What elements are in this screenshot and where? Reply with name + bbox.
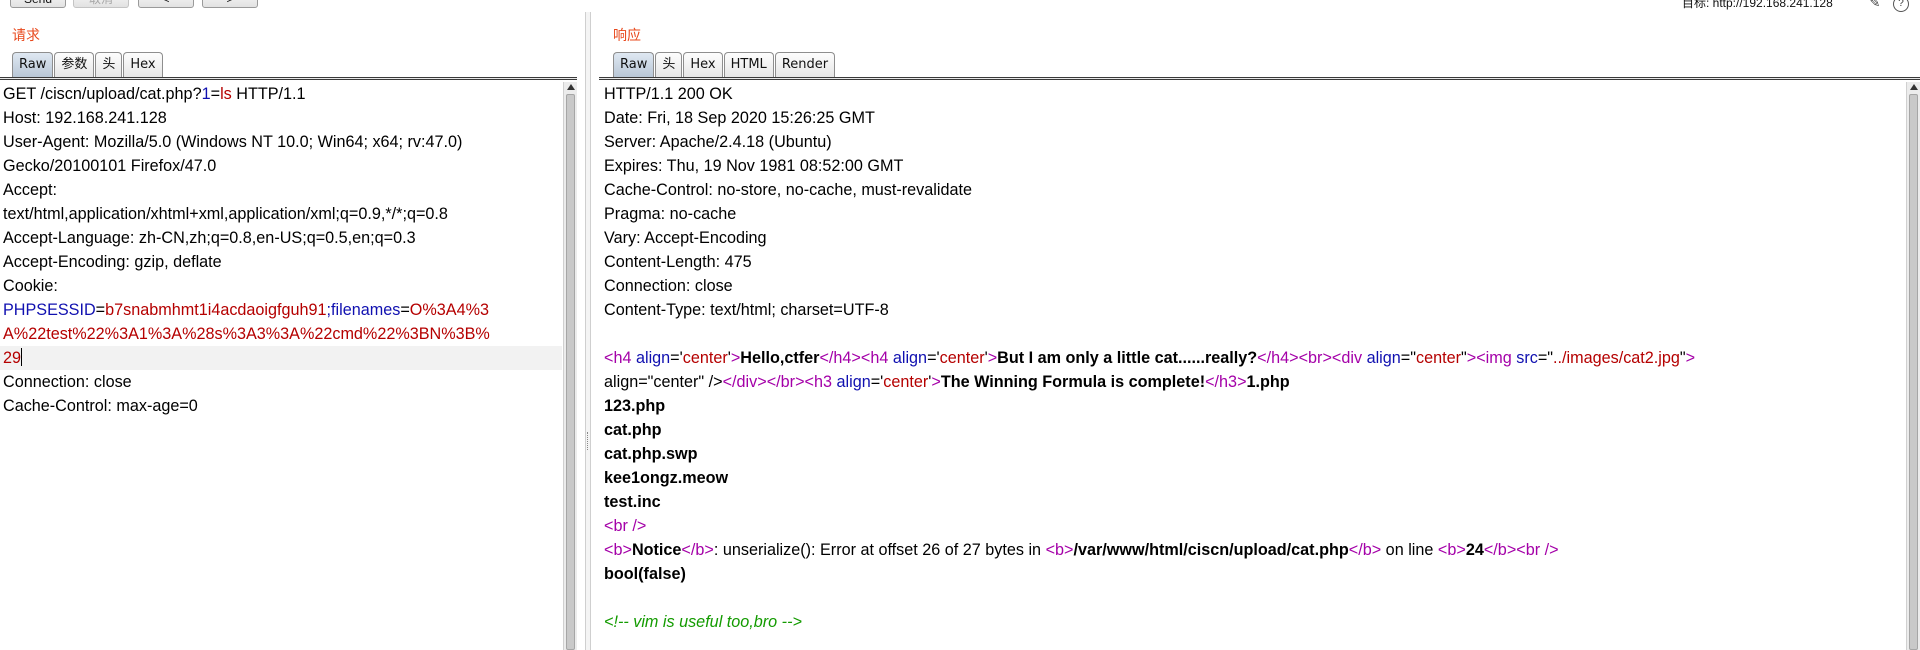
scroll-up-arrow-icon[interactable] xyxy=(567,84,575,90)
response-html-line: <b>Notice</b>: unserialize(): Error at o… xyxy=(604,541,1559,559)
request-tab-divider xyxy=(0,77,577,80)
response-html-line: kee1ongz.meow xyxy=(604,469,729,487)
back-button[interactable]: < xyxy=(138,0,194,8)
http-repeater-window: Send 取消 < > 目标: http://192.168.241.128 ✎… xyxy=(0,0,1920,650)
response-line: HTTP/1.1 200 OK xyxy=(604,85,733,103)
response-html-line: <h4 align='center'>Hello,ctfer</h4><h4 a… xyxy=(604,349,1696,367)
response-tabs: Raw 头 Hex HTML Render xyxy=(613,52,836,77)
response-line: Pragma: no-cache xyxy=(604,205,737,223)
response-line: Date: Fri, 18 Sep 2020 15:26:25 GMT xyxy=(604,109,875,127)
request-line: Accept: xyxy=(3,181,57,199)
request-editor[interactable]: GET /ciscn/upload/cat.php?1=ls HTTP/1.1 … xyxy=(0,82,562,650)
request-line: Host: 192.168.241.128 xyxy=(3,109,167,127)
cookie-line: A%22test%22%3A1%3A%28s%3A3%3A%22cmd%22%3… xyxy=(3,325,490,343)
request-scroll-thumb[interactable] xyxy=(566,94,575,650)
request-line: Gecko/20100101 Firefox/47.0 xyxy=(3,157,217,175)
splitter-grip-icon[interactable] xyxy=(587,432,590,450)
response-line: Vary: Accept-Encoding xyxy=(604,229,767,247)
response-editor[interactable]: HTTP/1.1 200 OK Date: Fri, 18 Sep 2020 1… xyxy=(601,82,1904,650)
request-line: User-Agent: Mozilla/5.0 (Windows NT 10.0… xyxy=(3,133,463,151)
cookie-line-current: 29 xyxy=(0,346,562,370)
response-line xyxy=(601,322,1904,346)
response-html-line: align="center" /></div></br><h3 align='c… xyxy=(604,373,1290,391)
request-line: Accept-Language: zh-CN,zh;q=0.8,en-US;q=… xyxy=(3,229,416,247)
request-line: Cache-Control: max-age=0 xyxy=(3,397,198,415)
response-line: Server: Apache/2.4.18 (Ubuntu) xyxy=(604,133,832,151)
response-tab-hex[interactable]: Hex xyxy=(683,52,723,77)
help-icon[interactable]: ? xyxy=(1893,0,1909,12)
response-html-comment: <!-- vim is useful too,bro --> xyxy=(604,613,802,631)
response-html-line: test.inc xyxy=(604,493,661,511)
request-tab-raw[interactable]: Raw xyxy=(12,52,54,77)
response-tab-render[interactable]: Render xyxy=(774,52,836,77)
response-tab-headers[interactable]: 头 xyxy=(655,52,683,77)
response-line: Expires: Thu, 19 Nov 1981 08:52:00 GMT xyxy=(604,157,904,175)
response-line: Content-Type: text/html; charset=UTF-8 xyxy=(604,301,889,319)
response-line: Content-Length: 475 xyxy=(604,253,752,271)
response-tab-raw[interactable]: Raw xyxy=(613,52,655,77)
request-tab-headers[interactable]: 头 xyxy=(95,52,123,77)
request-line: Accept-Encoding: gzip, deflate xyxy=(3,253,222,271)
request-line: Cookie: xyxy=(3,277,58,295)
response-html-line: bool(false) xyxy=(604,565,686,583)
request-line: GET /ciscn/upload/cat.php?1=ls HTTP/1.1 xyxy=(3,85,306,103)
response-tab-divider xyxy=(599,77,1920,80)
response-html-line: cat.php xyxy=(604,421,662,439)
request-line: Connection: close xyxy=(3,373,132,391)
response-title: 响应 xyxy=(613,28,641,44)
request-scrollbar[interactable] xyxy=(563,82,577,650)
scroll-up-arrow-icon[interactable] xyxy=(1910,84,1918,90)
request-title: 请求 xyxy=(12,28,40,44)
send-button[interactable]: Send xyxy=(10,0,66,8)
response-line: Connection: close xyxy=(604,277,733,295)
cancel-button[interactable]: 取消 xyxy=(73,0,129,8)
request-line: text/html,application/xhtml+xml,applicat… xyxy=(3,205,448,223)
request-tabs: Raw 参数 头 Hex xyxy=(12,52,164,77)
response-html-line: <br /> xyxy=(604,517,647,535)
forward-button[interactable]: > xyxy=(202,0,258,8)
response-scrollbar[interactable] xyxy=(1906,82,1920,650)
request-tab-params[interactable]: 参数 xyxy=(54,52,95,77)
response-scroll-thumb[interactable] xyxy=(1909,94,1918,650)
cookie-line: PHPSESSID=b7snabmhmt1i4acdaoigfguh91;fil… xyxy=(3,301,489,319)
request-tab-hex[interactable]: Hex xyxy=(123,52,163,77)
target-label[interactable]: 目标: http://192.168.241.128 xyxy=(1682,0,1833,11)
response-html-line: cat.php.swp xyxy=(604,445,698,463)
response-html-line xyxy=(601,586,1904,610)
text-caret xyxy=(21,348,23,366)
response-html-line: 123.php xyxy=(604,397,666,415)
response-line: Cache-Control: no-store, no-cache, must-… xyxy=(604,181,972,199)
pencil-icon[interactable]: ✎ xyxy=(1868,0,1882,10)
panel-splitter[interactable] xyxy=(585,12,591,650)
response-tab-html[interactable]: HTML xyxy=(723,52,774,77)
